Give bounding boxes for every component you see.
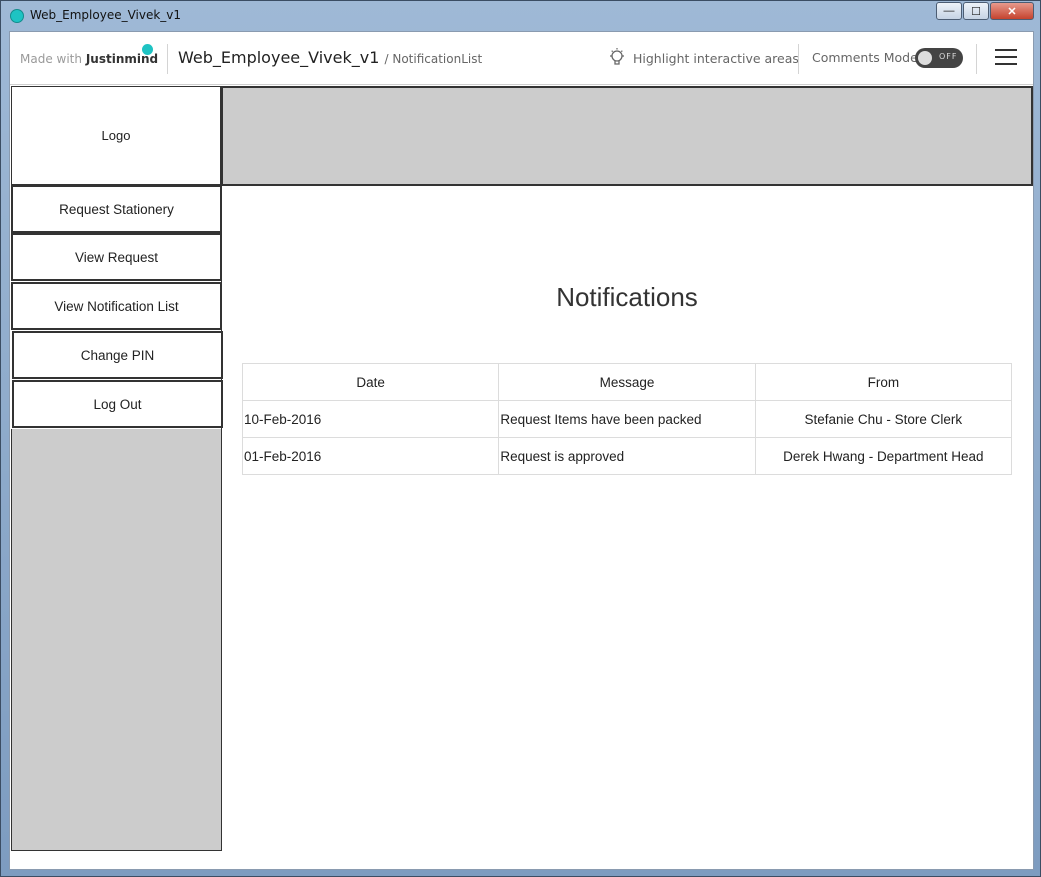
window-controls: — ☐ ✕ <box>935 2 1034 20</box>
brand-dot-icon <box>142 44 153 55</box>
made-with-text[interactable]: Made with Justinmind <box>20 52 158 66</box>
breadcrumb: Web_Employee_Vivek_v1 / NotificationList <box>178 48 482 67</box>
comments-mode-label: Comments Mode <box>812 50 918 65</box>
table-row: 10-Feb-2016 Request Items have been pack… <box>241 400 1013 438</box>
notifications-table: Date Message From 10-Feb-2016 Request It… <box>241 363 1013 475</box>
column-header-from: From <box>754 363 1013 401</box>
minimize-button[interactable]: — <box>936 2 962 20</box>
column-header-message: Message <box>498 363 756 401</box>
window-title: Web_Employee_Vivek_v1 <box>30 8 182 22</box>
lightbulb-icon <box>610 48 624 65</box>
client-area: Made with Justinmind Web_Employee_Vivek_… <box>9 31 1034 870</box>
highlight-interactive-toggle[interactable]: Highlight interactive areas <box>608 46 799 70</box>
project-name: Web_Employee_Vivek_v1 <box>178 48 380 67</box>
close-button[interactable]: ✕ <box>990 2 1034 20</box>
toggle-state: OFF <box>939 52 958 61</box>
made-with-label: Made with <box>20 52 82 66</box>
nav-change-pin[interactable]: Change PIN <box>12 331 223 379</box>
app-window: Web_Employee_Vivek_v1 — ☐ ✕ Made with Ju… <box>0 0 1041 877</box>
header-divider <box>798 44 799 74</box>
cell-from: Stefanie Chu - Store Clerk <box>754 400 1013 438</box>
header-divider <box>167 44 168 74</box>
cell-from: Derek Hwang - Department Head <box>754 437 1013 475</box>
app-icon <box>10 9 24 23</box>
logo-placeholder: Logo <box>11 86 221 185</box>
cell-message: Request Items have been packed <box>498 400 756 438</box>
nav-log-out[interactable]: Log Out <box>12 380 223 428</box>
window-titlebar[interactable]: Web_Employee_Vivek_v1 — ☐ ✕ <box>1 1 1040 31</box>
maximize-button[interactable]: ☐ <box>963 2 989 20</box>
sidebar-background <box>11 429 222 851</box>
header-divider <box>976 44 977 74</box>
table-header-row: Date Message From <box>241 363 1013 401</box>
header-banner <box>221 86 1033 186</box>
nav-view-notification-list[interactable]: View Notification List <box>11 282 222 330</box>
cell-date: 01-Feb-2016 <box>241 437 500 475</box>
cell-date: 10-Feb-2016 <box>241 400 500 438</box>
column-header-date: Date <box>241 363 500 401</box>
nav-view-request[interactable]: View Request <box>11 233 222 281</box>
nav-request-stationery[interactable]: Request Stationery <box>11 185 222 233</box>
highlight-label: Highlight interactive areas <box>633 50 799 66</box>
table-row: 01-Feb-2016 Request is approved Derek Hw… <box>241 437 1013 475</box>
justinmind-header: Made with Justinmind Web_Employee_Vivek_… <box>10 32 1033 85</box>
cell-message: Request is approved <box>498 437 756 475</box>
page-name: / NotificationList <box>384 52 483 66</box>
comments-mode-toggle[interactable]: OFF <box>915 48 963 68</box>
menu-icon[interactable] <box>995 49 1017 67</box>
toggle-knob <box>918 51 932 65</box>
page-title: Notifications <box>556 282 698 312</box>
